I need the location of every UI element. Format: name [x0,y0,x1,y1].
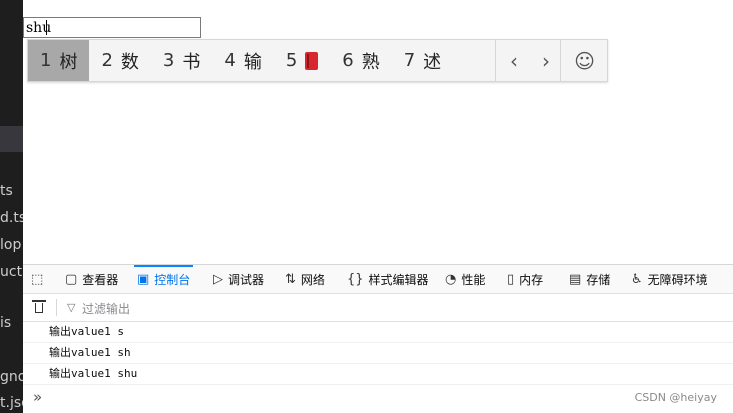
ime-emoji-icon[interactable]: ☺ [561,40,608,81]
editor-file-fragment[interactable]: t.jso [0,393,23,413]
tab-console[interactable]: ▣ 控制台 [133,265,194,294]
ime-next-page-icon[interactable]: › [528,40,564,81]
console-log-row: 输出value1 s [23,322,733,343]
tab-memory[interactable]: ▯ 内存 [507,265,543,294]
book-emoji-icon [305,51,319,70]
memory-icon: ▯ [507,272,515,287]
editor-file-fragment[interactable]: ucti [0,262,23,282]
ime-candidate-2[interactable]: 2 数 [89,40,150,81]
ime-candidate-3[interactable]: 3 书 [151,40,212,81]
watermark: CSDN @heiyay [634,391,717,404]
style-editor-icon: {} [347,272,364,287]
editor-file-fragment[interactable]: is [0,313,23,333]
ime-candidate-bar: 1 树 2 数 3 书 4 输 5 6 熟 7 述 ‹ › ☺ [27,39,608,82]
trash-icon[interactable] [32,300,46,313]
console-icon: ▣ [137,272,150,287]
ime-candidate-7[interactable]: 7 述 [392,40,453,81]
inspector-icon: ▢ [65,272,78,287]
tab-storage[interactable]: ▤ 存储 [569,265,610,294]
editor-file-fragment[interactable]: lop [0,235,23,255]
tab-performance[interactable]: ◔ 性能 [445,265,485,294]
editor-sidebar-strip: ts d.ts lop ucti is gnor t.jso [0,0,23,413]
editor-file-fragment[interactable]: d.ts [0,208,23,228]
debugger-icon: ▷ [213,272,223,287]
console-log-row: 输出value1 shu [23,364,733,385]
editor-selected-row [0,126,23,152]
performance-icon: ◔ [445,272,457,287]
tab-accessibility[interactable]: ♿ 无障碍环境 [631,265,708,294]
text-caret [46,20,47,35]
pick-element-icon: ⬚ [31,272,44,287]
tab-inspector[interactable]: ▢ 查看器 [65,265,118,294]
devtools-pick-element-button[interactable]: ⬚ [31,265,48,294]
accessibility-icon: ♿ [631,272,643,287]
filter-icon: ▽ [67,301,76,314]
editor-file-fragment[interactable]: gnor [0,367,23,387]
ime-candidate-5[interactable]: 5 [274,40,330,81]
editor-file-fragment[interactable]: ts [0,181,23,201]
filter-separator [56,299,57,316]
text-input[interactable] [23,17,201,38]
ime-candidate-6[interactable]: 6 熟 [330,40,391,81]
console-filter-bar: ▽ [23,294,733,322]
console-filter-input[interactable] [80,298,384,319]
console-log-row: 输出value1 sh [23,343,733,364]
console-input-row[interactable]: » CSDN @heiyay [23,385,733,413]
devtools-toolbar: ⬚ ▢ 查看器 ▣ 控制台 ▷ 调试器 ⇅ 网络 {} 样式编辑器 ◔ 性能 ▯… [23,264,733,294]
tab-network[interactable]: ⇅ 网络 [285,265,325,294]
ime-candidate-4[interactable]: 4 输 [212,40,273,81]
ime-prev-page-icon[interactable]: ‹ [496,40,532,81]
tab-style-editor[interactable]: {} 样式编辑器 [347,265,429,294]
storage-icon: ▤ [569,272,582,287]
console-prompt-icon: » [33,388,43,406]
network-icon: ⇅ [285,272,296,287]
ime-candidate-1[interactable]: 1 树 [28,40,90,81]
tab-debugger[interactable]: ▷ 调试器 [213,265,264,294]
